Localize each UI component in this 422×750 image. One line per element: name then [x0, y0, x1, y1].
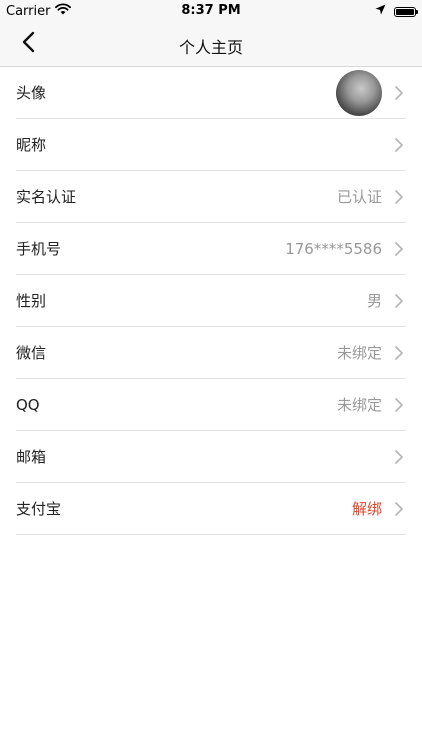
row-real-name-verification[interactable]: 实名认证 已认证 [16, 171, 406, 223]
row-value: 男 [366, 292, 382, 310]
location-arrow-icon [375, 4, 386, 19]
avatar [336, 69, 382, 116]
row-nickname[interactable]: 昵称 [16, 119, 406, 171]
row-alipay[interactable]: 支付宝 解绑 [16, 483, 406, 535]
profile-list: 头像 昵称 实名认证 已认证 手机号 176****5586 性别 男 微信 未… [16, 67, 406, 535]
chevron-right-icon [394, 345, 406, 361]
page-title: 个人主页 [178, 38, 243, 57]
row-gender[interactable]: 性别 男 [16, 275, 406, 327]
row-email[interactable]: 邮箱 [16, 431, 406, 483]
row-value: 已认证 [336, 188, 382, 206]
row-qq[interactable]: QQ 未绑定 [16, 379, 406, 431]
row-wechat[interactable]: 微信 未绑定 [16, 327, 406, 379]
status-bar: Carrier 8:37 PM [0, 0, 422, 22]
chevron-right-icon [394, 189, 406, 205]
row-value: 未绑定 [336, 396, 382, 414]
chevron-right-icon [394, 293, 406, 309]
chevron-right-icon [394, 501, 406, 517]
row-label: 性别 [16, 292, 47, 310]
row-label: QQ [16, 395, 40, 414]
status-time: 8:37 PM [181, 3, 241, 18]
chevron-right-icon [394, 397, 406, 413]
row-label: 手机号 [16, 240, 62, 258]
chevron-right-icon [394, 137, 406, 153]
row-value: 未绑定 [336, 344, 382, 362]
unbind-link[interactable]: 解绑 [352, 498, 382, 519]
row-phone-number[interactable]: 手机号 176****5586 [16, 223, 406, 275]
chevron-right-icon [394, 449, 406, 465]
battery-icon [394, 6, 418, 17]
row-label: 支付宝 [16, 500, 62, 518]
row-label: 实名认证 [16, 188, 77, 206]
chevron-right-icon [394, 85, 406, 101]
status-right [375, 4, 418, 19]
row-value: 176****5586 [285, 239, 382, 258]
navigation-bar: 个人主页 [0, 22, 422, 67]
chevron-right-icon [394, 241, 406, 257]
row-label: 头像 [16, 84, 47, 102]
row-label: 微信 [16, 344, 47, 362]
row-label: 邮箱 [16, 448, 47, 466]
row-avatar[interactable]: 头像 [16, 67, 406, 119]
row-label: 昵称 [16, 136, 47, 154]
